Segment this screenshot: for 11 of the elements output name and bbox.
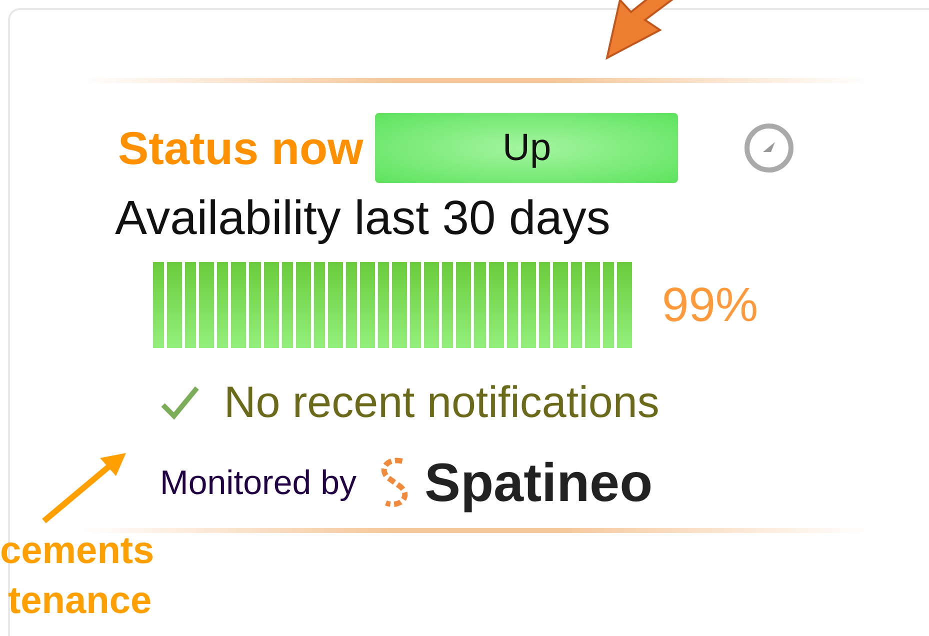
monitored-by-label: Monitored by	[160, 464, 357, 502]
check-icon	[160, 385, 200, 421]
gauge-icon[interactable]	[742, 121, 796, 175]
availability-title: Availability last 30 days	[114, 191, 612, 246]
notification-text: No recent notifications	[224, 378, 660, 428]
status-badge: Up	[375, 113, 678, 183]
brand-name: Spatineo	[424, 452, 653, 514]
status-label: Status now	[118, 121, 364, 175]
annotation-text: tenance	[7, 579, 153, 624]
annotation-text: cements	[0, 529, 154, 574]
availability-percent: 99%	[662, 278, 758, 332]
